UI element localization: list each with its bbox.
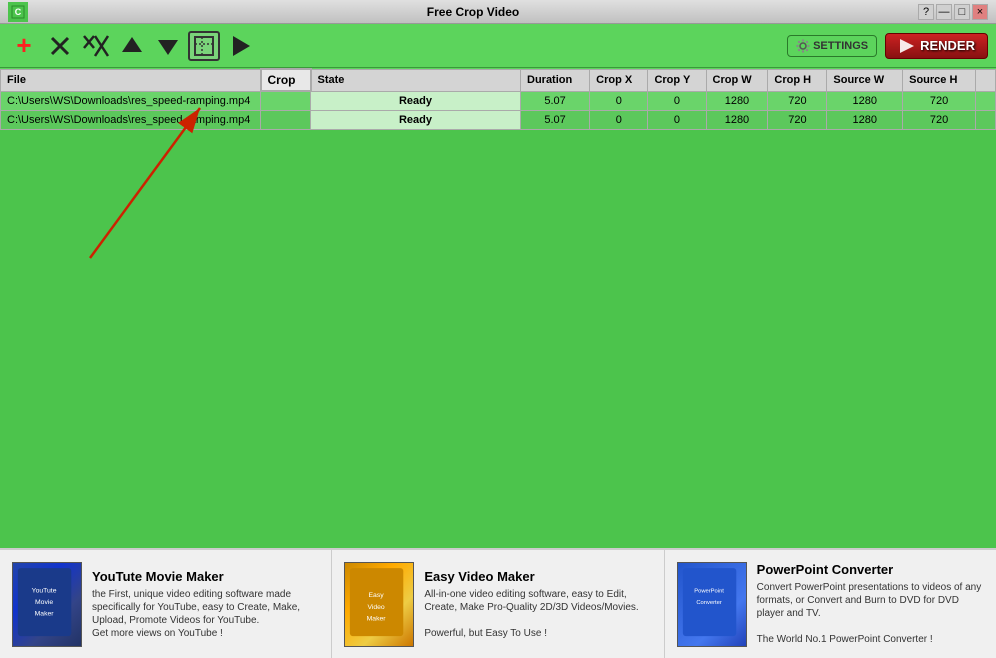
ad-text-0: YouTute Movie Maker the First, unique vid… [92,569,319,640]
svg-text:+: + [16,32,31,60]
file-cell: C:\Users\WS\Downloads\res_speed-ramping.… [1,91,261,110]
window-title: Free Crop Video [28,5,918,19]
settings-label: SETTINGS [813,40,868,52]
extra-cell [976,110,996,129]
svg-text:C: C [15,7,22,17]
svg-text:YouTute: YouTute [32,587,57,594]
settings-button[interactable]: SETTINGS [787,35,877,57]
file-cell: C:\Users\WS\Downloads\res_speed-ramping.… [1,110,261,129]
add-file-button[interactable]: + [8,31,40,61]
state-cell: Ready [311,91,521,110]
ad-title-2: PowerPoint Converter [757,562,984,577]
crop-edit-button[interactable] [188,31,220,61]
toolbar: + [0,24,996,68]
extra-cell [976,91,996,110]
svg-text:PowerPoint: PowerPoint [694,588,724,594]
col-crop-y: Crop Y [648,69,706,91]
ad-text-1: Easy Video Maker All-in-one video editing… [424,569,651,640]
svg-text:Maker: Maker [35,610,55,617]
help-button[interactable]: ? [918,4,934,20]
col-file: File [1,69,261,91]
source-w-cell: 1280 [827,91,903,110]
crop-y-cell: 0 [648,91,706,110]
move-down-button[interactable] [152,31,184,61]
render-button[interactable]: RENDER [885,33,988,59]
ad-title-0: YouTute Movie Maker [92,569,319,584]
play-button[interactable] [224,31,256,61]
ad-item-1[interactable]: EasyVideoMakerEasy Video MakerAll-in-one… [332,550,664,658]
ad-thumb-1: Easy Video Maker [344,562,414,647]
file-table: File Crop State Duration Crop X Crop Y C… [0,68,996,130]
state-cell: Ready [311,110,521,129]
ad-item-2[interactable]: PowerPointConverterPowerPoint ConverterC… [665,550,996,658]
crop-cell[interactable] [261,91,311,110]
ad-bar: YouTuteMovieMakerYouTute Movie Makerthe … [0,548,996,658]
maximize-button[interactable]: □ [954,4,970,20]
delete-button[interactable] [44,31,76,61]
col-crop-x: Crop X [590,69,648,91]
source-h-cell: 720 [903,91,976,110]
svg-text:Easy: Easy [369,592,385,599]
move-up-button[interactable] [116,31,148,61]
crop-h-cell: 720 [768,110,827,129]
ad-desc-1: All-in-one video editing software, easy … [424,588,651,640]
col-source-h: Source H [903,69,976,91]
main-content: File Crop State Duration Crop X Crop Y C… [0,68,996,548]
crop-w-cell: 1280 [706,91,768,110]
window-controls[interactable]: ? — □ × [918,4,988,20]
col-crop-h: Crop H [768,69,827,91]
close-button[interactable]: × [972,4,988,20]
delete-all-button[interactable] [80,31,112,61]
duration-cell: 5.07 [521,91,590,110]
svg-text:Movie: Movie [35,599,53,606]
ad-title-1: Easy Video Maker [424,569,651,584]
col-source-w: Source W [827,69,903,91]
app-icon: C [8,2,28,22]
ad-thumb-0: YouTute Movie Maker [12,562,82,647]
col-crop: Crop [261,69,311,91]
table-row[interactable]: C:\Users\WS\Downloads\res_speed-ramping.… [1,91,996,110]
source-h-cell: 720 [903,110,976,129]
source-w-cell: 1280 [827,110,903,129]
crop-x-cell: 0 [590,110,648,129]
title-bar: C Free Crop Video ? — □ × [0,0,996,24]
table-row[interactable]: C:\Users\WS\Downloads\res_speed-ramping.… [1,110,996,129]
toolbar-right: SETTINGS RENDER [787,33,988,59]
ad-text-2: PowerPoint Converter Convert PowerPoint p… [757,562,984,646]
svg-text:Video: Video [368,603,385,610]
crop-cell[interactable] [261,110,311,129]
render-label: RENDER [920,38,975,53]
col-state: State [311,69,521,91]
col-crop-w: Crop W [706,69,768,91]
crop-y-cell: 0 [648,110,706,129]
col-duration: Duration [521,69,590,91]
ad-desc-0: the First, unique video editing software… [92,588,319,640]
ad-thumb-2: PowerPoint Converter [677,562,747,647]
crop-w-cell: 1280 [706,110,768,129]
ad-item-0[interactable]: YouTuteMovieMakerYouTute Movie Makerthe … [0,550,332,658]
duration-cell: 5.07 [521,110,590,129]
svg-text:Converter: Converter [696,600,722,606]
file-list-container: File Crop State Duration Crop X Crop Y C… [0,68,996,130]
crop-x-cell: 0 [590,91,648,110]
col-extra [976,69,996,91]
svg-text:Maker: Maker [367,615,387,622]
minimize-button[interactable]: — [936,4,952,20]
ad-desc-2: Convert PowerPoint presentations to vide… [757,581,984,646]
crop-h-cell: 720 [768,91,827,110]
